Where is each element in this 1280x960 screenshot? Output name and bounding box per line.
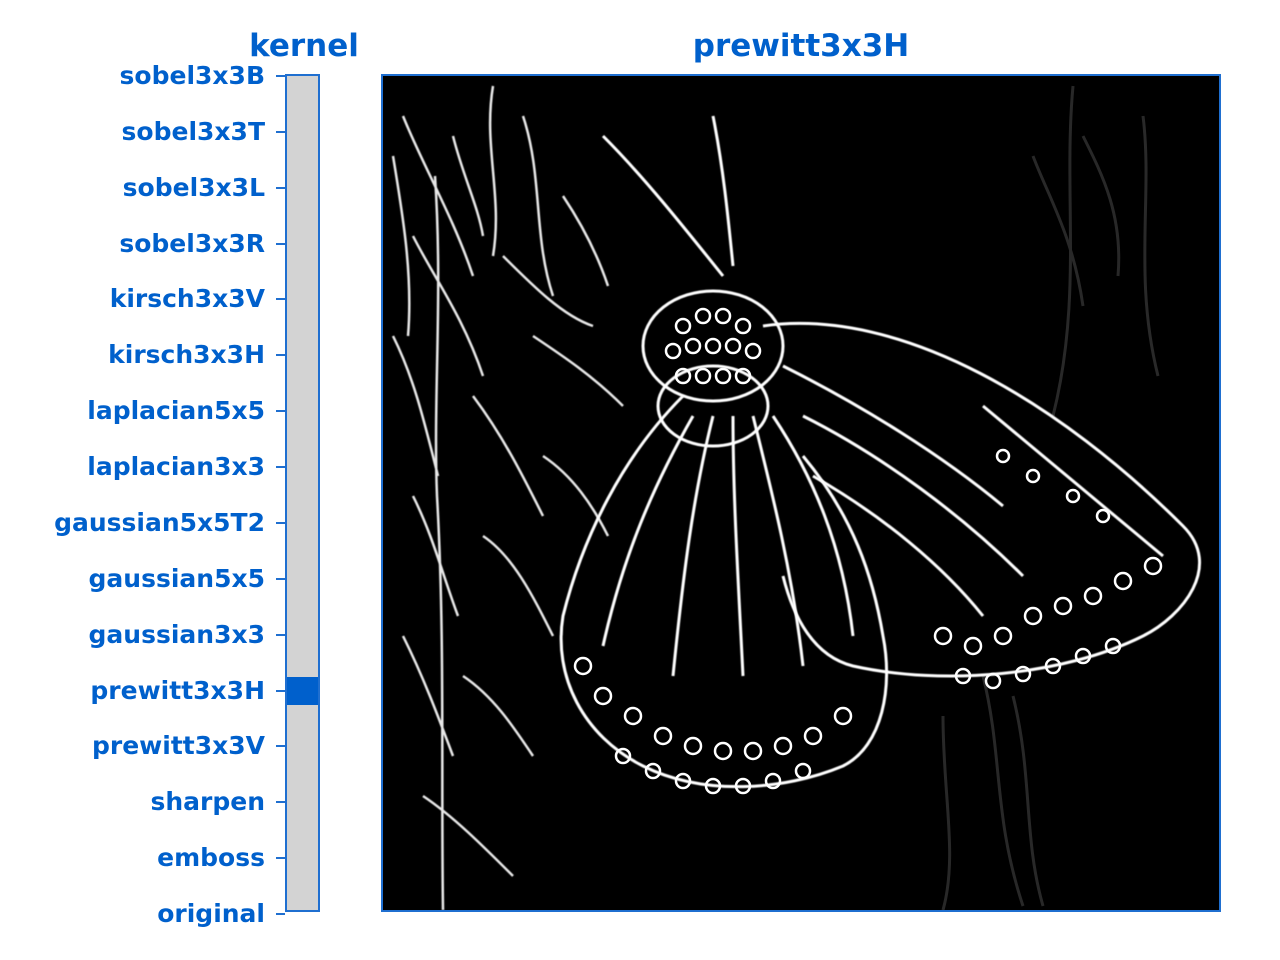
app-window: kernel prewitt3x3H sobel3x3B sobel3x3T sob… [0,0,1280,960]
kernel-slider[interactable] [285,74,320,912]
kernel-option-prewitt3x3h[interactable]: prewitt3x3H [90,676,265,706]
kernel-option-kirsch3x3v[interactable]: kirsch3x3V [110,284,265,314]
kernel-slider-tick [276,298,285,301]
kernel-slider-tick [276,410,285,413]
kernel-slider-tick [276,130,285,133]
kernel-option-sharpen[interactable]: sharpen [150,787,265,817]
kernel-slider-handle[interactable] [287,676,318,705]
kernel-option-laplacian3x3[interactable]: laplacian3x3 [87,452,265,482]
kernel-option-gaussian3x3[interactable]: gaussian3x3 [89,620,265,650]
kernel-slider-tick [276,354,285,357]
kernel-slider-tick [276,521,285,524]
kernel-slider-tick [276,466,285,469]
kernel-option-sobel3x3b[interactable]: sobel3x3B [120,61,265,91]
butterfly-edge-image [391,85,1202,910]
kernel-option-gaussian5x5[interactable]: gaussian5x5 [89,564,265,594]
kernel-slider-tick [276,801,285,804]
kernel-slider-tick [276,75,285,77]
kernel-option-laplacian5x5[interactable]: laplacian5x5 [87,396,265,426]
kernel-slider-tick [276,745,285,748]
kernel-option-sobel3x3r[interactable]: sobel3x3R [119,229,265,259]
kernel-slider-tick [276,857,285,860]
kernel-option-emboss[interactable]: emboss [157,843,265,873]
kernel-option-prewitt3x3v[interactable]: prewitt3x3V [92,731,265,761]
kernel-option-kirsch3x3h[interactable]: kirsch3x3H [108,340,265,370]
kernel-option-gaussian5x5t2[interactable]: gaussian5x5T2 [54,508,265,538]
kernel-slider-tick [276,913,285,915]
kernel-option-sobel3x3t[interactable]: sobel3x3T [122,117,265,147]
kernel-option-sobel3x3l[interactable]: sobel3x3L [123,173,265,203]
filtered-image [381,74,1221,912]
kernel-slider-tick [276,633,285,636]
kernel-slider-tick [276,186,285,189]
kernel-slider-tick [276,689,285,692]
kernel-option-original[interactable]: original [157,899,265,929]
kernel-option-list: sobel3x3B sobel3x3T sobel3x3L sobel3x3R kirs… [0,0,285,960]
kernel-slider-tick [276,242,285,245]
kernel-slider-tick [276,577,285,580]
image-title: prewitt3x3H [692,28,910,64]
